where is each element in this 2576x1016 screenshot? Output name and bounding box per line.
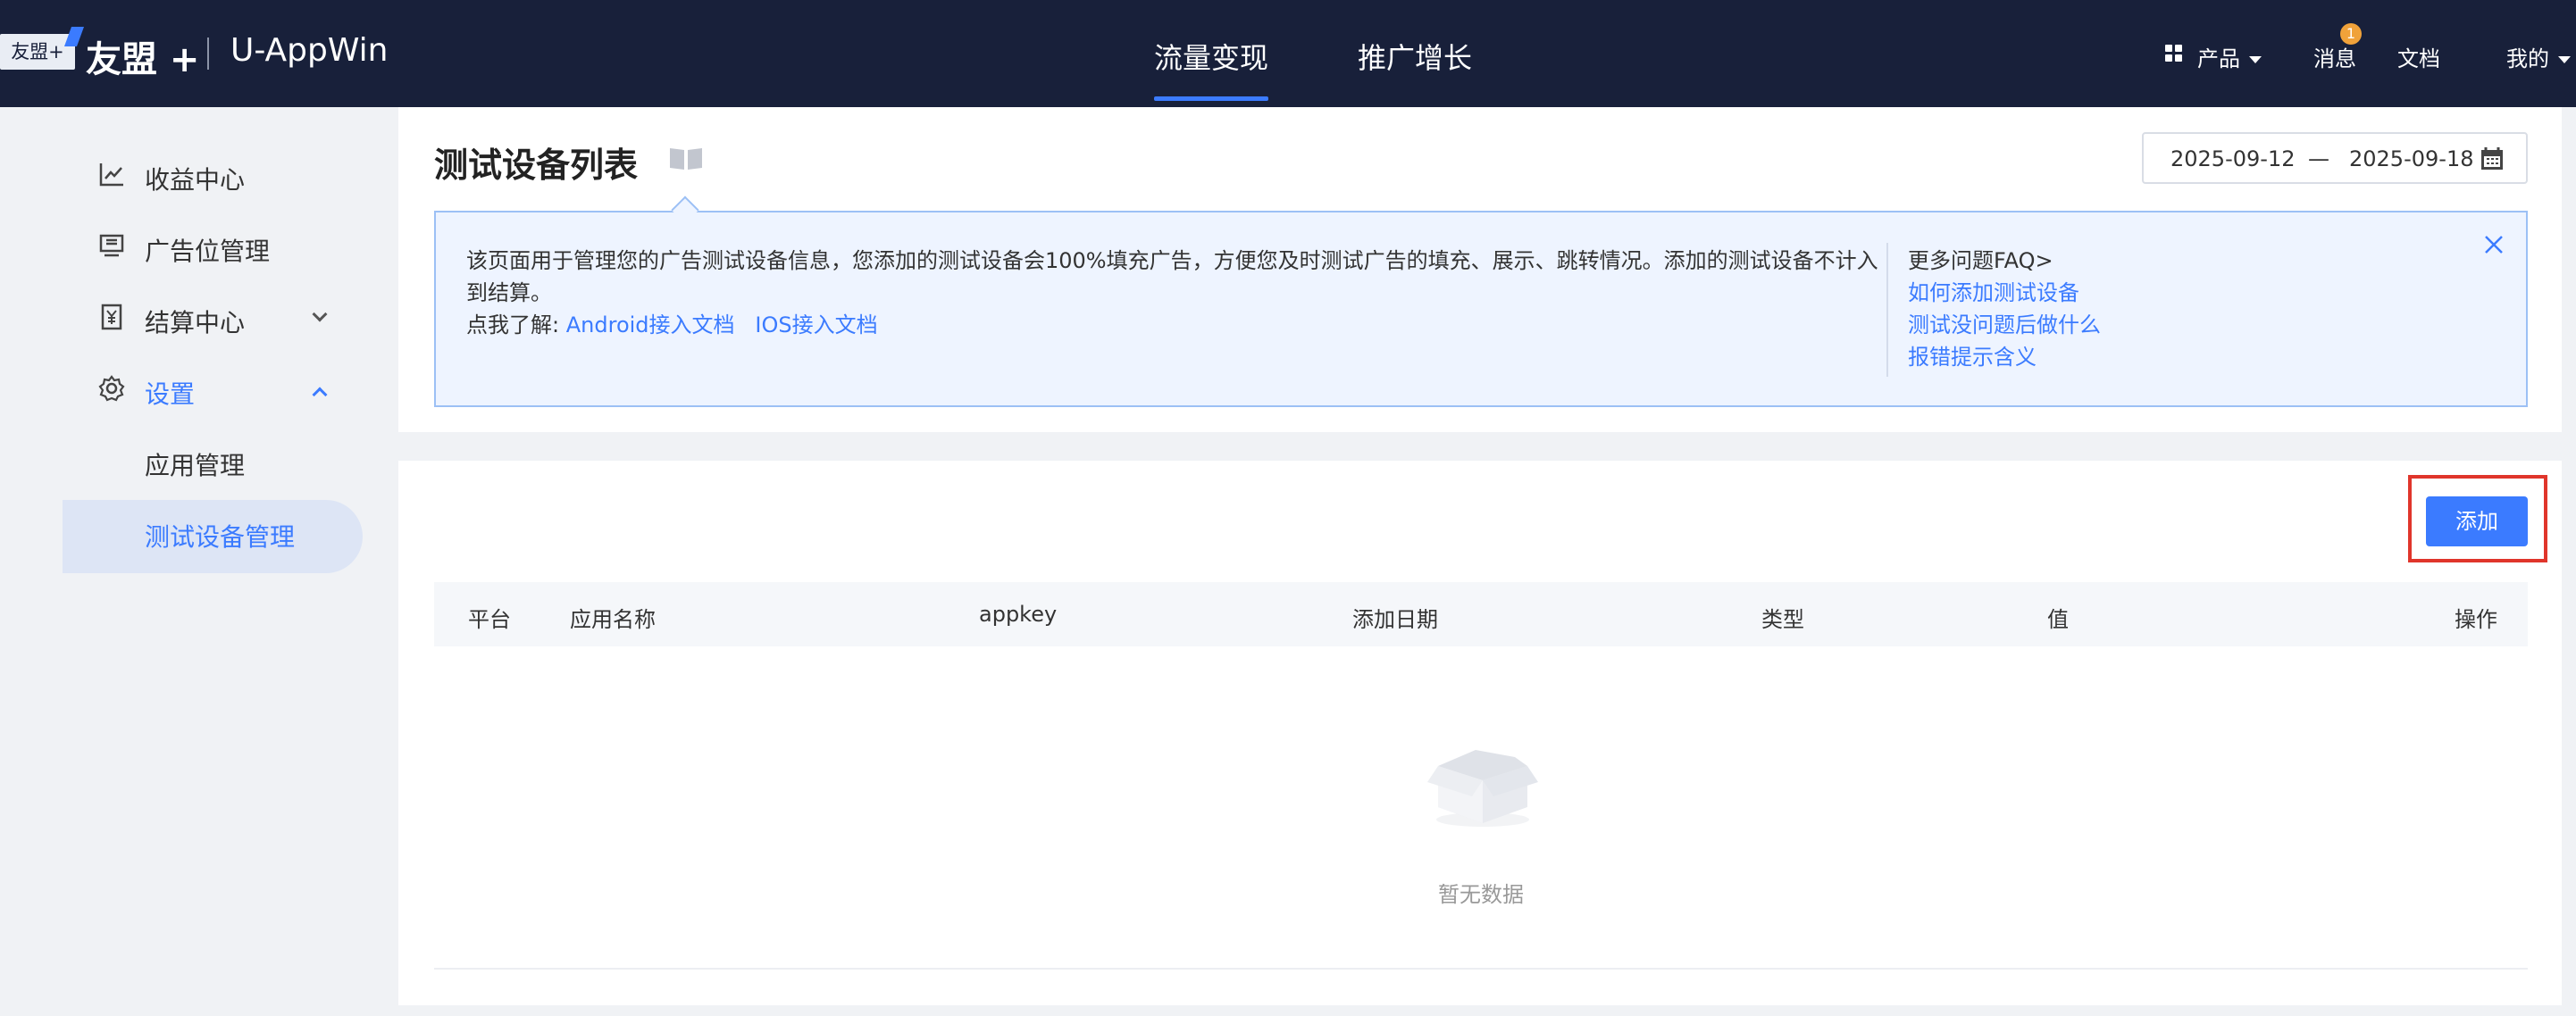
products-menu[interactable]: 产品: [2197, 41, 2262, 72]
info-description: 该页面用于管理您的广告测试设备信息，您添加的测试设备会100%填充广告，方便您及…: [466, 245, 1886, 341]
sidebar-subitem-app-management[interactable]: 应用管理: [145, 446, 245, 482]
faq-section: 更多问题FAQ> 如何添加测试设备 测试没问题后做什么 报错提示含义: [1908, 245, 2101, 373]
mine-label: 我的: [2506, 46, 2549, 71]
chevron-down-icon[interactable]: [312, 306, 328, 322]
close-icon[interactable]: [2483, 234, 2505, 255]
info-text: 该页面用于管理您的广告测试设备信息，您添加的测试设备会100%填充广告，方便您及…: [466, 248, 1878, 305]
android-doc-link[interactable]: Android接入文档: [566, 312, 735, 337]
chevron-down-icon: [2249, 56, 2262, 63]
column-add-date: 添加日期: [1352, 607, 1438, 632]
chevron-up-icon[interactable]: [312, 387, 328, 403]
sidebar: 收益中心 广告位管理 结算中心 设置 应用管理 测试设备管理: [0, 107, 375, 1016]
table-bottom-divider: [434, 968, 2528, 970]
sidebar-item-revenue[interactable]: 收益中心: [145, 161, 245, 196]
faq-link-add-device[interactable]: 如何添加测试设备: [1908, 277, 2101, 309]
table-panel: [398, 461, 2562, 1005]
faq-title[interactable]: 更多问题FAQ>: [1908, 245, 2101, 277]
date-end: 2025-09-18: [2349, 146, 2474, 171]
book-icon[interactable]: [668, 145, 704, 171]
messages-link[interactable]: 消息: [2313, 41, 2356, 72]
sidebar-item-settings[interactable]: 设置: [145, 375, 195, 411]
column-type: 类型: [1761, 607, 1804, 632]
logo-text[interactable]: 友盟 +: [86, 30, 199, 82]
column-platform: 平台: [468, 607, 511, 632]
logo-divider: [207, 37, 209, 70]
gear-icon: [98, 375, 125, 402]
column-appkey: appkey: [979, 602, 1058, 627]
mine-menu[interactable]: 我的: [2506, 41, 2571, 72]
message-count-badge: 1: [2340, 23, 2362, 45]
empty-state-text: 暂无数据: [1438, 882, 1524, 907]
tab-promotion-growth[interactable]: 推广增长: [1358, 36, 1472, 77]
empty-box-icon: [1427, 750, 1538, 827]
line-chart-icon: [99, 163, 123, 187]
logo-tag: 友盟+: [0, 34, 75, 70]
chevron-down-icon: [2558, 56, 2571, 63]
products-grid-icon[interactable]: [2165, 45, 2183, 62]
column-value: 值: [2047, 607, 2069, 632]
info-divider: [1886, 243, 1888, 377]
tab-traffic-monetization[interactable]: 流量变现: [1154, 36, 1269, 101]
faq-link-error-meaning[interactable]: 报错提示含义: [1908, 341, 2101, 373]
sidebar-item-ad-slots[interactable]: 广告位管理: [145, 232, 270, 268]
date-start: 2025-09-12: [2170, 146, 2296, 171]
ios-doc-link[interactable]: IOS接入文档: [755, 312, 877, 337]
monitor-icon: [99, 234, 124, 257]
faq-link-after-testing[interactable]: 测试没问题后做什么: [1908, 309, 2101, 341]
app-name: U-AppWin: [230, 32, 389, 69]
sidebar-item-settlement[interactable]: 结算中心: [145, 304, 245, 339]
info-notice: 该页面用于管理您的广告测试设备信息，您添加的测试设备会100%填充广告，方便您及…: [434, 211, 2528, 407]
date-separator: —: [2308, 146, 2329, 171]
add-button[interactable]: 添加: [2426, 496, 2528, 546]
date-range-picker[interactable]: 2025-09-12 — 2025-09-18: [2142, 132, 2528, 184]
page-title: 测试设备列表: [434, 146, 639, 185]
docs-link[interactable]: 文档: [2397, 41, 2440, 72]
learn-prefix: 点我了解:: [466, 312, 560, 337]
column-app-name: 应用名称: [570, 607, 656, 632]
top-navigation-bar: 友盟+ 友盟 + U-AppWin 流量变现 推广增长 产品 消息 1 文档 我…: [0, 0, 2576, 107]
column-actions: 操作: [2455, 607, 2497, 632]
calendar-icon: [2481, 147, 2503, 170]
yen-receipt-icon: [101, 304, 122, 330]
products-label: 产品: [2197, 46, 2240, 71]
sidebar-subitem-test-devices[interactable]: 测试设备管理: [145, 518, 295, 554]
table-header: 平台 应用名称 appkey 添加日期 类型 值 操作: [434, 582, 2528, 646]
